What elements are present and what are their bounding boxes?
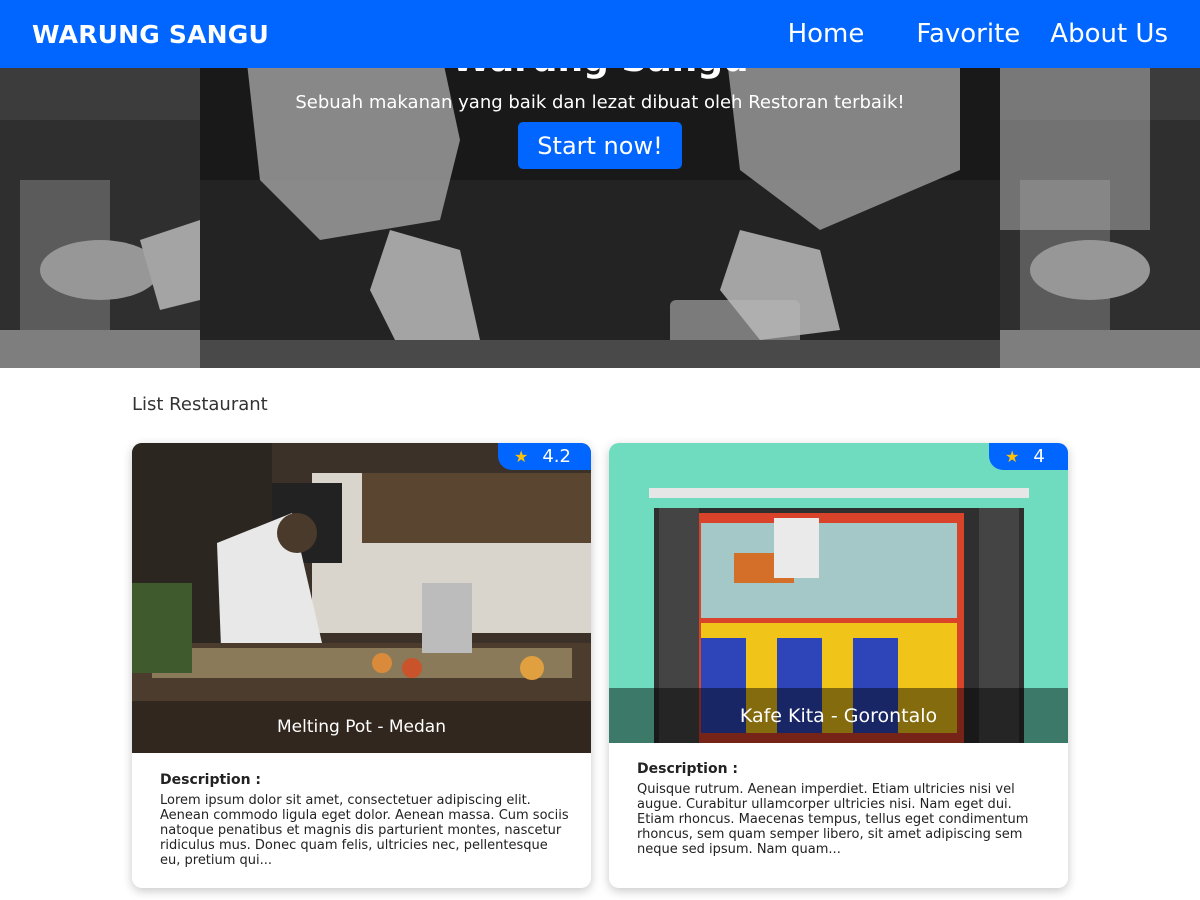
nav-link-favorite[interactable]: Favorite <box>916 19 1020 49</box>
navbar: WARUNG SANGU Home Favorite About Us <box>0 0 1200 68</box>
restaurant-card[interactable]: Melting Pot - Medan ★ 4.2 Description : … <box>132 443 591 888</box>
rating-badge: ★ 4 <box>989 443 1068 470</box>
nav-link-home[interactable]: Home <box>788 19 865 49</box>
restaurant-name: Kafe Kita - Gorontalo <box>609 688 1068 743</box>
hero-subtitle: Sebuah makanan yang baik dan lezat dibua… <box>295 92 905 113</box>
description-text: Lorem ipsum dolor sit amet, consectetuer… <box>160 793 569 868</box>
star-icon: ★ <box>514 447 529 466</box>
rating-value: 4 <box>1033 446 1045 467</box>
description-label: Description : <box>160 772 262 788</box>
section-title: List Restaurant <box>132 394 268 415</box>
description-label: Description : <box>637 761 739 777</box>
brand-logo[interactable]: WARUNG SANGU <box>32 20 269 49</box>
star-icon: ★ <box>1005 447 1020 466</box>
nav-link-about-us[interactable]: About Us <box>1050 19 1168 49</box>
nav-links: Home Favorite About Us <box>758 19 1168 49</box>
rating-badge: ★ 4.2 <box>498 443 591 470</box>
rating-value: 4.2 <box>542 446 571 467</box>
restaurant-name: Melting Pot - Medan <box>132 701 591 753</box>
start-now-button[interactable]: Start now! <box>518 122 682 169</box>
description-text: Quisque rutrum. Aenean imperdiet. Etiam … <box>637 782 1029 857</box>
restaurant-card[interactable]: Kafe Kita - Gorontalo ★ 4 Description : … <box>609 443 1068 888</box>
